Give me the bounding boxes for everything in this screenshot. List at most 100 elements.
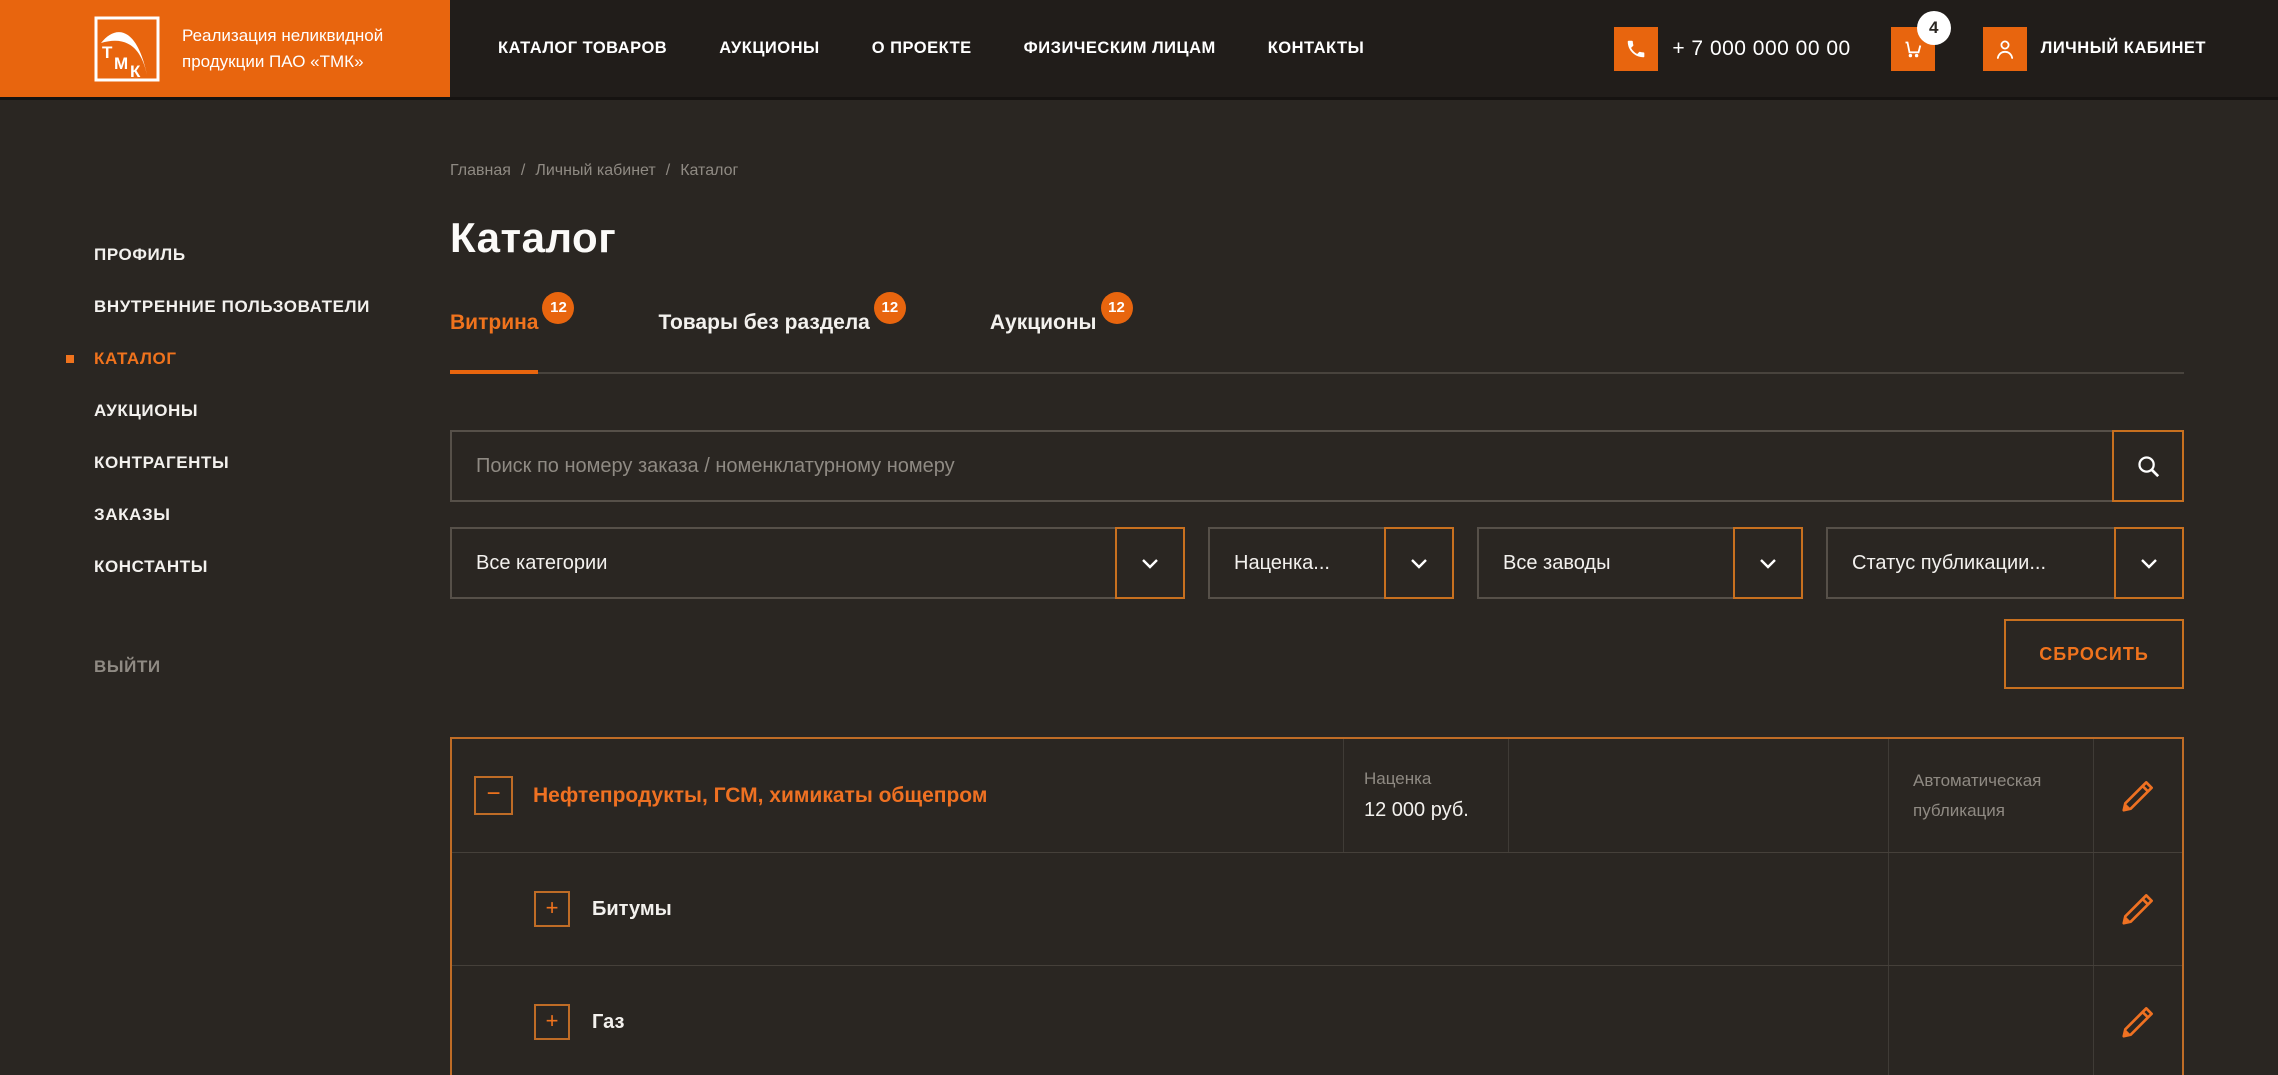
sidebar-logout[interactable]: ВЫЙТИ [0, 641, 450, 693]
edit-subcategory-button[interactable] [2119, 890, 2157, 928]
filter-publication-status-toggle[interactable] [2114, 527, 2184, 599]
phone-icon [1628, 40, 1645, 57]
publication-cell: Автоматическая публикация [1889, 739, 2094, 852]
edit-cell [2094, 966, 2182, 1075]
tabs: Витрина 12 Товары без раздела 12 Аукцион… [450, 292, 2184, 374]
nav-item-auctions[interactable]: АУКЦИОНЫ [719, 39, 819, 58]
header-right: + 7 000 000 00 00 4 ЛИЧНЫЙ КАБИНЕТ [1614, 0, 2278, 97]
filter-value: Наценка... [1234, 551, 1330, 574]
edit-cell [2094, 853, 2182, 965]
category-name-cell: − Нефтепродукты, ГСМ, химикаты общепром [452, 739, 1344, 852]
markup-cell: Наценка 12 000 руб. [1344, 739, 1509, 852]
svg-text:К: К [130, 62, 141, 81]
filter-factories[interactable]: Все заводы [1477, 527, 1803, 599]
breadcrumb-account[interactable]: Личный кабинет [535, 162, 655, 179]
phone-number: + 7 000 000 00 00 [1672, 36, 1851, 60]
sidebar-item-internal-users[interactable]: ВНУТРЕННИЕ ПОЛЬЗОВАТЕЛИ [0, 281, 450, 333]
header: Т М К Реализация неликвидной продукции П… [0, 0, 2278, 100]
breadcrumb: Главная / Личный кабинет / Каталог [450, 162, 2184, 180]
sidebar-item-orders[interactable]: ЗАКАЗЫ [0, 489, 450, 541]
tab-vitrina[interactable]: Витрина 12 [450, 292, 575, 374]
empty-cell [1509, 739, 1889, 852]
reset-button[interactable]: СБРОСИТЬ [2004, 619, 2184, 689]
search-input[interactable] [450, 430, 2114, 502]
nav-item-individuals[interactable]: ФИЗИЧЕСКИМ ЛИЦАМ [1024, 39, 1216, 58]
breadcrumb-home[interactable]: Главная [450, 162, 511, 179]
publication-label: Автоматическая публикация [1913, 770, 2042, 820]
sidebar: ПРОФИЛЬ ВНУТРЕННИЕ ПОЛЬЗОВАТЕЛИ КАТАЛОГ … [0, 100, 450, 1075]
empty-cell [1889, 853, 2094, 965]
search-icon [2137, 455, 2159, 477]
sidebar-item-counterparties[interactable]: КОНТРАГЕНТЫ [0, 437, 450, 489]
collapse-button[interactable]: − [474, 776, 513, 815]
logo-block[interactable]: Т М К Реализация неликвидной продукции П… [0, 0, 450, 97]
filter-categories-toggle[interactable] [1115, 527, 1185, 599]
table-row-category: − Нефтепродукты, ГСМ, химикаты общепром … [452, 739, 2182, 852]
svg-text:Т: Т [102, 43, 113, 62]
chevron-down-icon [1760, 558, 1776, 569]
tmk-logo-icon: Т М К [94, 16, 160, 81]
tab-goods-without-section[interactable]: Товары без раздела 12 [658, 292, 906, 372]
filter-value: Все категории [476, 551, 608, 574]
brand-tagline: Реализация неликвидной продукции ПАО «ТМ… [182, 25, 384, 71]
tab-count-badge: 12 [873, 292, 906, 324]
tab-label: Витрина [450, 311, 539, 334]
content: Главная / Личный кабинет / Каталог Каталог В… [450, 100, 2278, 1075]
tab-count-badge: 12 [542, 292, 575, 324]
sidebar-item-catalog[interactable]: КАТАЛОГ [0, 333, 450, 385]
search-button[interactable] [2112, 430, 2184, 502]
filter-markup-toggle[interactable] [1384, 527, 1454, 599]
page-title: Каталог [450, 214, 617, 261]
filter-value: Статус публикации... [1852, 551, 2047, 574]
table-row-subcategory: + Битумы [452, 852, 2182, 965]
catalog-table: − Нефтепродукты, ГСМ, химикаты общепром … [450, 737, 2184, 1075]
subcategory-name: Газ [592, 1010, 625, 1033]
breadcrumb-separator: / [665, 162, 671, 179]
filter-categories[interactable]: Все категории [450, 527, 1185, 599]
subcategory-name: Битумы [592, 897, 672, 920]
edit-category-button[interactable] [2119, 777, 2157, 815]
filter-publication-status[interactable]: Статус публикации... [1826, 527, 2184, 599]
filter-factories-toggle[interactable] [1733, 527, 1803, 599]
pencil-icon [2122, 1007, 2153, 1038]
expand-button[interactable]: + [534, 1004, 570, 1040]
sidebar-item-profile[interactable]: ПРОФИЛЬ [0, 229, 450, 281]
filter-markup[interactable]: Наценка... [1208, 527, 1454, 599]
account-label[interactable]: ЛИЧНЫЙ КАБИНЕТ [2041, 39, 2206, 58]
nav-item-catalog[interactable]: КАТАЛОГ ТОВАРОВ [498, 39, 667, 58]
sidebar-item-constants[interactable]: КОНСТАНТЫ [0, 541, 450, 593]
reset-row: СБРОСИТЬ [450, 619, 2184, 689]
main-nav: КАТАЛОГ ТОВАРОВ АУКЦИОНЫ О ПРОЕКТЕ ФИЗИЧ… [498, 0, 1364, 97]
cart-count-badge: 4 [1916, 10, 1951, 45]
tab-label: Аукционы [989, 311, 1097, 334]
user-icon [1996, 40, 2013, 59]
tab-count-badge: 12 [1100, 292, 1133, 324]
edit-cell [2094, 739, 2182, 852]
search-row [450, 430, 2184, 502]
table-row-subcategory: + Газ [452, 965, 2182, 1075]
markup-value: 12 000 руб. [1364, 799, 1469, 821]
edit-subcategory-button[interactable] [2119, 1003, 2157, 1041]
account-button[interactable] [1982, 26, 2027, 71]
empty-cell [1889, 966, 2094, 1075]
cart-wrap: 4 [1890, 10, 1951, 71]
pencil-icon [2122, 780, 2153, 812]
nav-item-about[interactable]: О ПРОЕКТЕ [872, 39, 972, 58]
filter-value: Все заводы [1503, 551, 1611, 574]
markup-label: Наценка [1364, 769, 1432, 788]
tab-auctions[interactable]: Аукционы 12 [989, 292, 1133, 372]
expand-button[interactable]: + [534, 891, 570, 927]
nav-item-contacts[interactable]: КОНТАКТЫ [1268, 39, 1365, 58]
category-name-link[interactable]: Нефтепродукты, ГСМ, химикаты общепром [533, 784, 987, 808]
phone-button[interactable] [1614, 26, 1659, 71]
sidebar-item-auctions[interactable]: АУКЦИОНЫ [0, 385, 450, 437]
chevron-down-icon [2141, 558, 2157, 569]
breadcrumb-current: Каталог [680, 162, 739, 179]
chevron-down-icon [1142, 558, 1158, 569]
subcategory-name-cell: + Битумы [452, 853, 1889, 965]
svg-text:М: М [114, 54, 128, 73]
subcategory-name-cell: + Газ [452, 966, 1889, 1075]
filters-row: Все категории Наценка... Все заводы Стат… [450, 527, 2184, 599]
breadcrumb-separator: / [520, 162, 526, 179]
tab-label: Товары без раздела [658, 311, 870, 334]
